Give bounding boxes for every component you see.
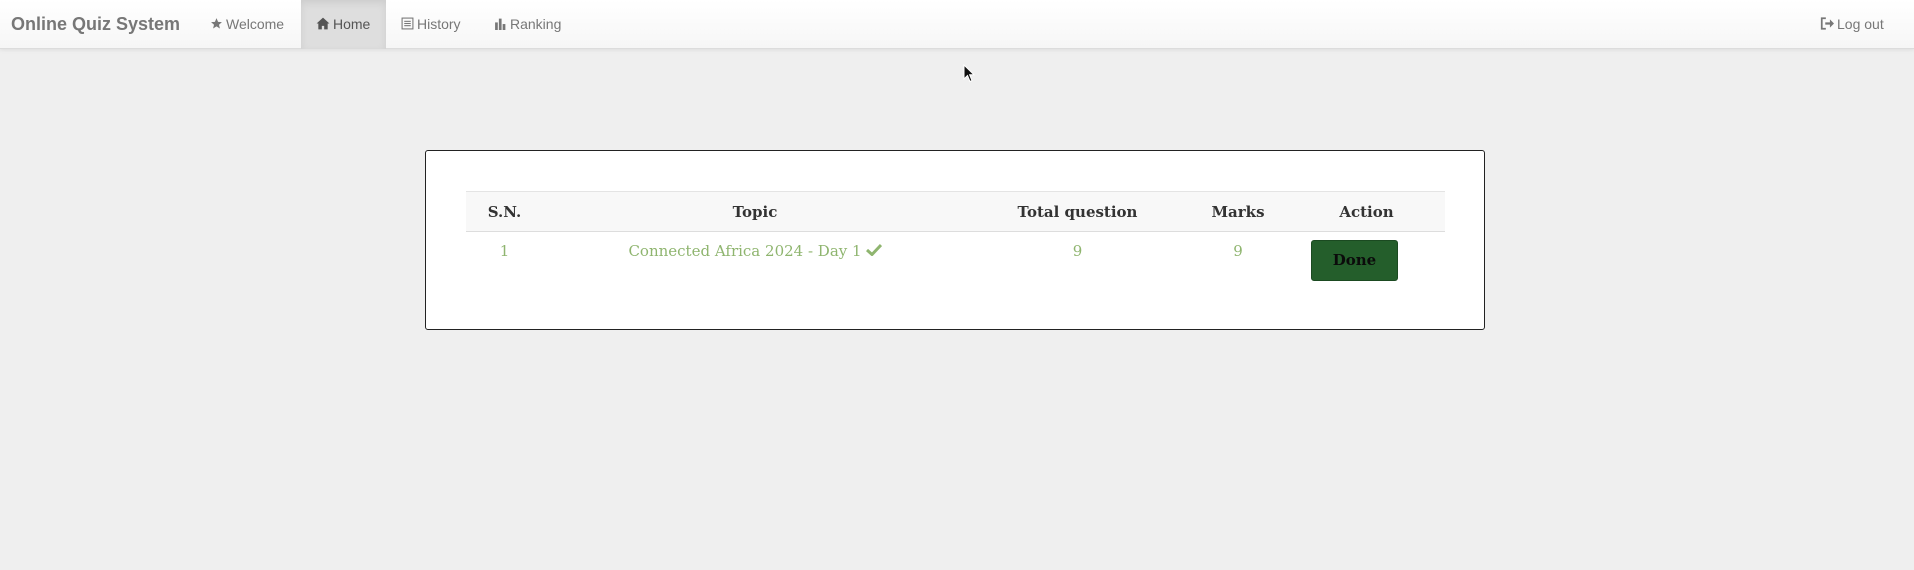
row-total-questions: 9 (1072, 242, 1083, 260)
column-header-marks: Marks (1188, 191, 1288, 232)
quiz-table: S.N. Topic Total question Marks Action 1… (466, 191, 1445, 288)
mouse-cursor-icon (963, 64, 975, 83)
nav-item-history[interactable]: History (386, 0, 476, 49)
column-header-total-question: Total question (967, 191, 1188, 232)
column-header-sn: S.N. (466, 191, 543, 232)
logout-label: Log out (1837, 16, 1884, 32)
nav-item-label: Ranking (510, 16, 562, 32)
nav-item-label: History (417, 16, 461, 32)
nav-item-home[interactable]: Home (301, 0, 386, 49)
home-icon (316, 17, 330, 30)
top-navbar: Online Quiz System Welcome Home History … (0, 0, 1914, 49)
column-header-topic: Topic (543, 191, 967, 232)
nav-item-ranking[interactable]: Ranking (479, 0, 576, 49)
logout-button[interactable]: Log out (1805, 0, 1899, 49)
row-action-cell: Done (1288, 232, 1445, 288)
quiz-panel: S.N. Topic Total question Marks Action 1… (425, 150, 1485, 330)
done-button[interactable]: Done (1311, 240, 1398, 281)
table-row: 1 Connected Africa 2024 - Day 1 9 9 Done (466, 232, 1445, 288)
row-topic-cell: Connected Africa 2024 - Day 1 (543, 232, 967, 288)
list-icon (401, 17, 414, 30)
column-header-action: Action (1288, 191, 1445, 232)
nav-item-label: Home (333, 16, 371, 32)
brand-title[interactable]: Online Quiz System (11, 0, 180, 49)
topic-link[interactable]: Connected Africa 2024 - Day 1 (628, 242, 861, 260)
check-icon (865, 243, 882, 256)
nav-item-welcome[interactable]: Welcome (195, 0, 299, 49)
bar-chart-icon (495, 18, 506, 30)
table-header-row: S.N. Topic Total question Marks Action (466, 191, 1445, 232)
nav-item-label: Welcome (226, 16, 285, 32)
row-sn: 1 (499, 242, 510, 260)
logout-icon (1820, 17, 1834, 30)
row-marks: 9 (1233, 242, 1243, 260)
star-icon (211, 18, 222, 29)
